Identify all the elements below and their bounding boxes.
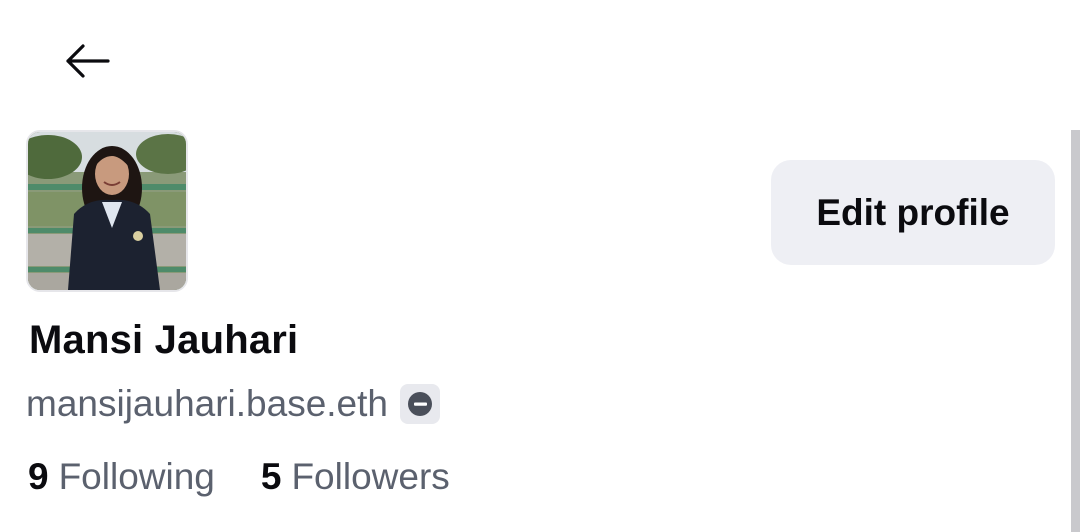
followers-stat[interactable]: 5 Followers — [261, 456, 450, 498]
profile-handle: mansijauhari.base.eth — [26, 383, 388, 424]
handle-row: mansijauhari.base.eth — [26, 380, 440, 428]
following-count: 9 — [28, 456, 49, 497]
basename-badge[interactable] — [400, 384, 440, 424]
scrollbar[interactable] — [1071, 130, 1080, 532]
edit-profile-button[interactable]: Edit profile — [771, 160, 1055, 265]
profile-name: Mansi Jauhari — [29, 318, 299, 362]
following-stat[interactable]: 9 Following — [28, 456, 215, 498]
followers-count: 5 — [260, 456, 282, 497]
avatar[interactable] — [26, 130, 188, 292]
back-button[interactable] — [60, 38, 114, 84]
arrow-left-icon — [66, 44, 110, 78]
followers-label: Followers — [291, 456, 450, 497]
following-label: Following — [58, 456, 215, 497]
basename-badge-icon — [408, 392, 432, 416]
profile-photo — [28, 132, 186, 290]
follow-stats: 9 Following 5 Followers — [28, 452, 450, 502]
